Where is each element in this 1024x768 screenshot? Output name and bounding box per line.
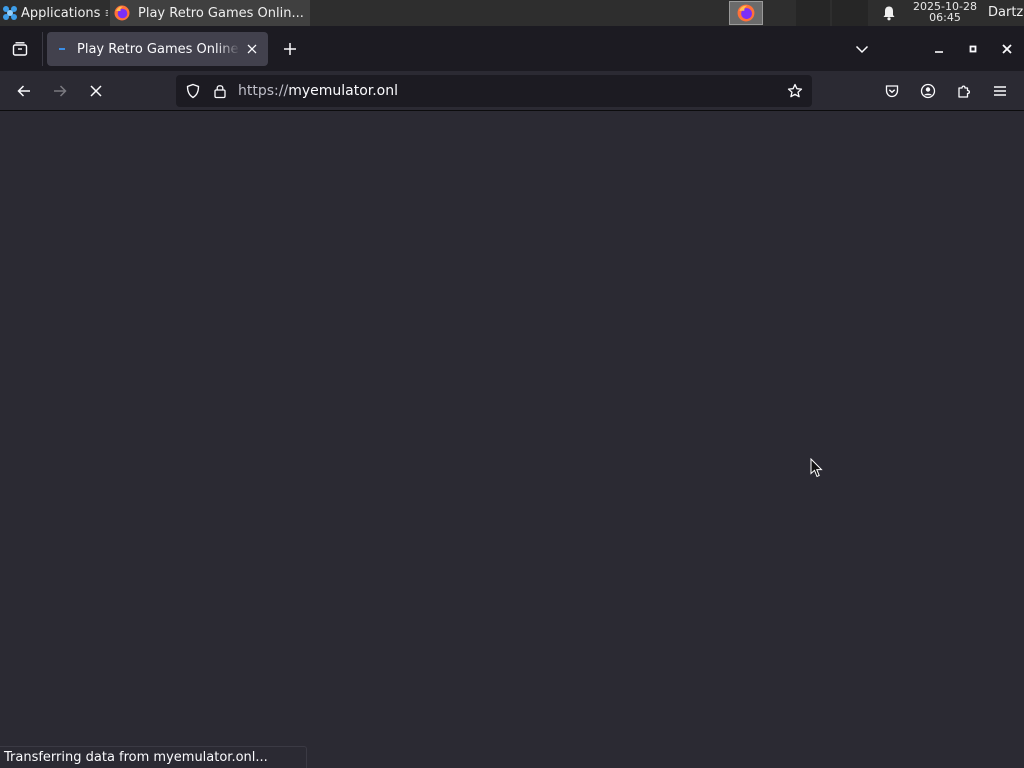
tray-firefox-button[interactable] (729, 1, 763, 25)
tab-title: Play Retro Games Online (77, 41, 240, 57)
applications-label: Applications (21, 5, 101, 21)
hamburger-menu-icon (994, 86, 1006, 96)
pocket-icon (885, 85, 899, 98)
star-icon[interactable] (787, 83, 803, 99)
taskbar-window-title: Play Retro Games Onlin... (138, 5, 304, 21)
workspace-2[interactable] (832, 0, 868, 26)
applications-menu-button[interactable]: Applications ≡ (0, 0, 108, 26)
back-arrow-icon (17, 85, 30, 97)
taskbar-window-button[interactable]: Play Retro Games Onlin... (110, 0, 310, 26)
account-icon (920, 83, 936, 99)
minimize-icon (935, 51, 943, 53)
browser-tab-strip: Play Retro Games Online (0, 26, 1024, 71)
url-scheme: https:// (238, 83, 289, 99)
pocket-button[interactable] (878, 77, 906, 105)
tab-close-button[interactable] (240, 37, 264, 61)
puzzle-icon (958, 85, 971, 98)
bell-icon[interactable] (881, 5, 897, 21)
close-icon (1002, 44, 1012, 54)
shield-icon[interactable] (185, 83, 201, 99)
status-bar: Transferring data from myemulator.onl... (0, 746, 307, 768)
plus-icon (284, 43, 296, 55)
back-button[interactable] (10, 77, 38, 105)
system-taskbar: Applications ≡ Play Retro Games Onlin...… (0, 0, 1024, 26)
tab-active[interactable]: Play Retro Games Online (47, 32, 268, 66)
tab-divider (42, 32, 43, 66)
window-maximize-button[interactable] (960, 35, 986, 63)
window-minimize-button[interactable] (926, 35, 952, 63)
maximize-icon (969, 45, 977, 53)
stop-icon (90, 85, 102, 97)
workspace-1[interactable] (796, 0, 830, 26)
extensions-button[interactable] (950, 77, 978, 105)
mouse-cursor-icon (810, 458, 823, 478)
tab-manager-button[interactable] (6, 35, 34, 63)
new-tab-button[interactable] (276, 35, 304, 63)
loading-indicator (59, 48, 65, 50)
tab-manager-icon (12, 42, 28, 56)
stop-loading-button[interactable] (82, 77, 110, 105)
firefox-icon (737, 4, 755, 22)
close-icon (247, 44, 257, 54)
page-content[interactable]: Transferring data from myemulator.onl... (0, 112, 1024, 768)
url-text[interactable]: https://myemulator.onl (238, 75, 398, 107)
forward-button[interactable] (46, 77, 74, 105)
chevron-down-icon (855, 45, 869, 54)
account-button[interactable] (914, 77, 942, 105)
lock-icon[interactable] (212, 83, 228, 99)
navigation-toolbar: https://myemulator.onl (0, 71, 1024, 111)
window-close-button[interactable] (994, 35, 1020, 63)
clock-time: 06:45 (929, 11, 961, 24)
user-name[interactable]: Dartz (988, 0, 1023, 26)
list-all-tabs-button[interactable] (848, 35, 876, 63)
url-host: myemulator.onl (288, 83, 399, 99)
forward-arrow-icon (54, 85, 67, 97)
firefox-icon (114, 5, 130, 21)
address-bar[interactable]: https://myemulator.onl (176, 75, 812, 107)
clock[interactable]: 2025-10-28 06:45 (906, 1, 984, 23)
app-menu-button[interactable] (986, 77, 1014, 105)
xfce-mouse-icon (3, 6, 17, 20)
menu-separator-icon: ≡ (104, 6, 108, 21)
